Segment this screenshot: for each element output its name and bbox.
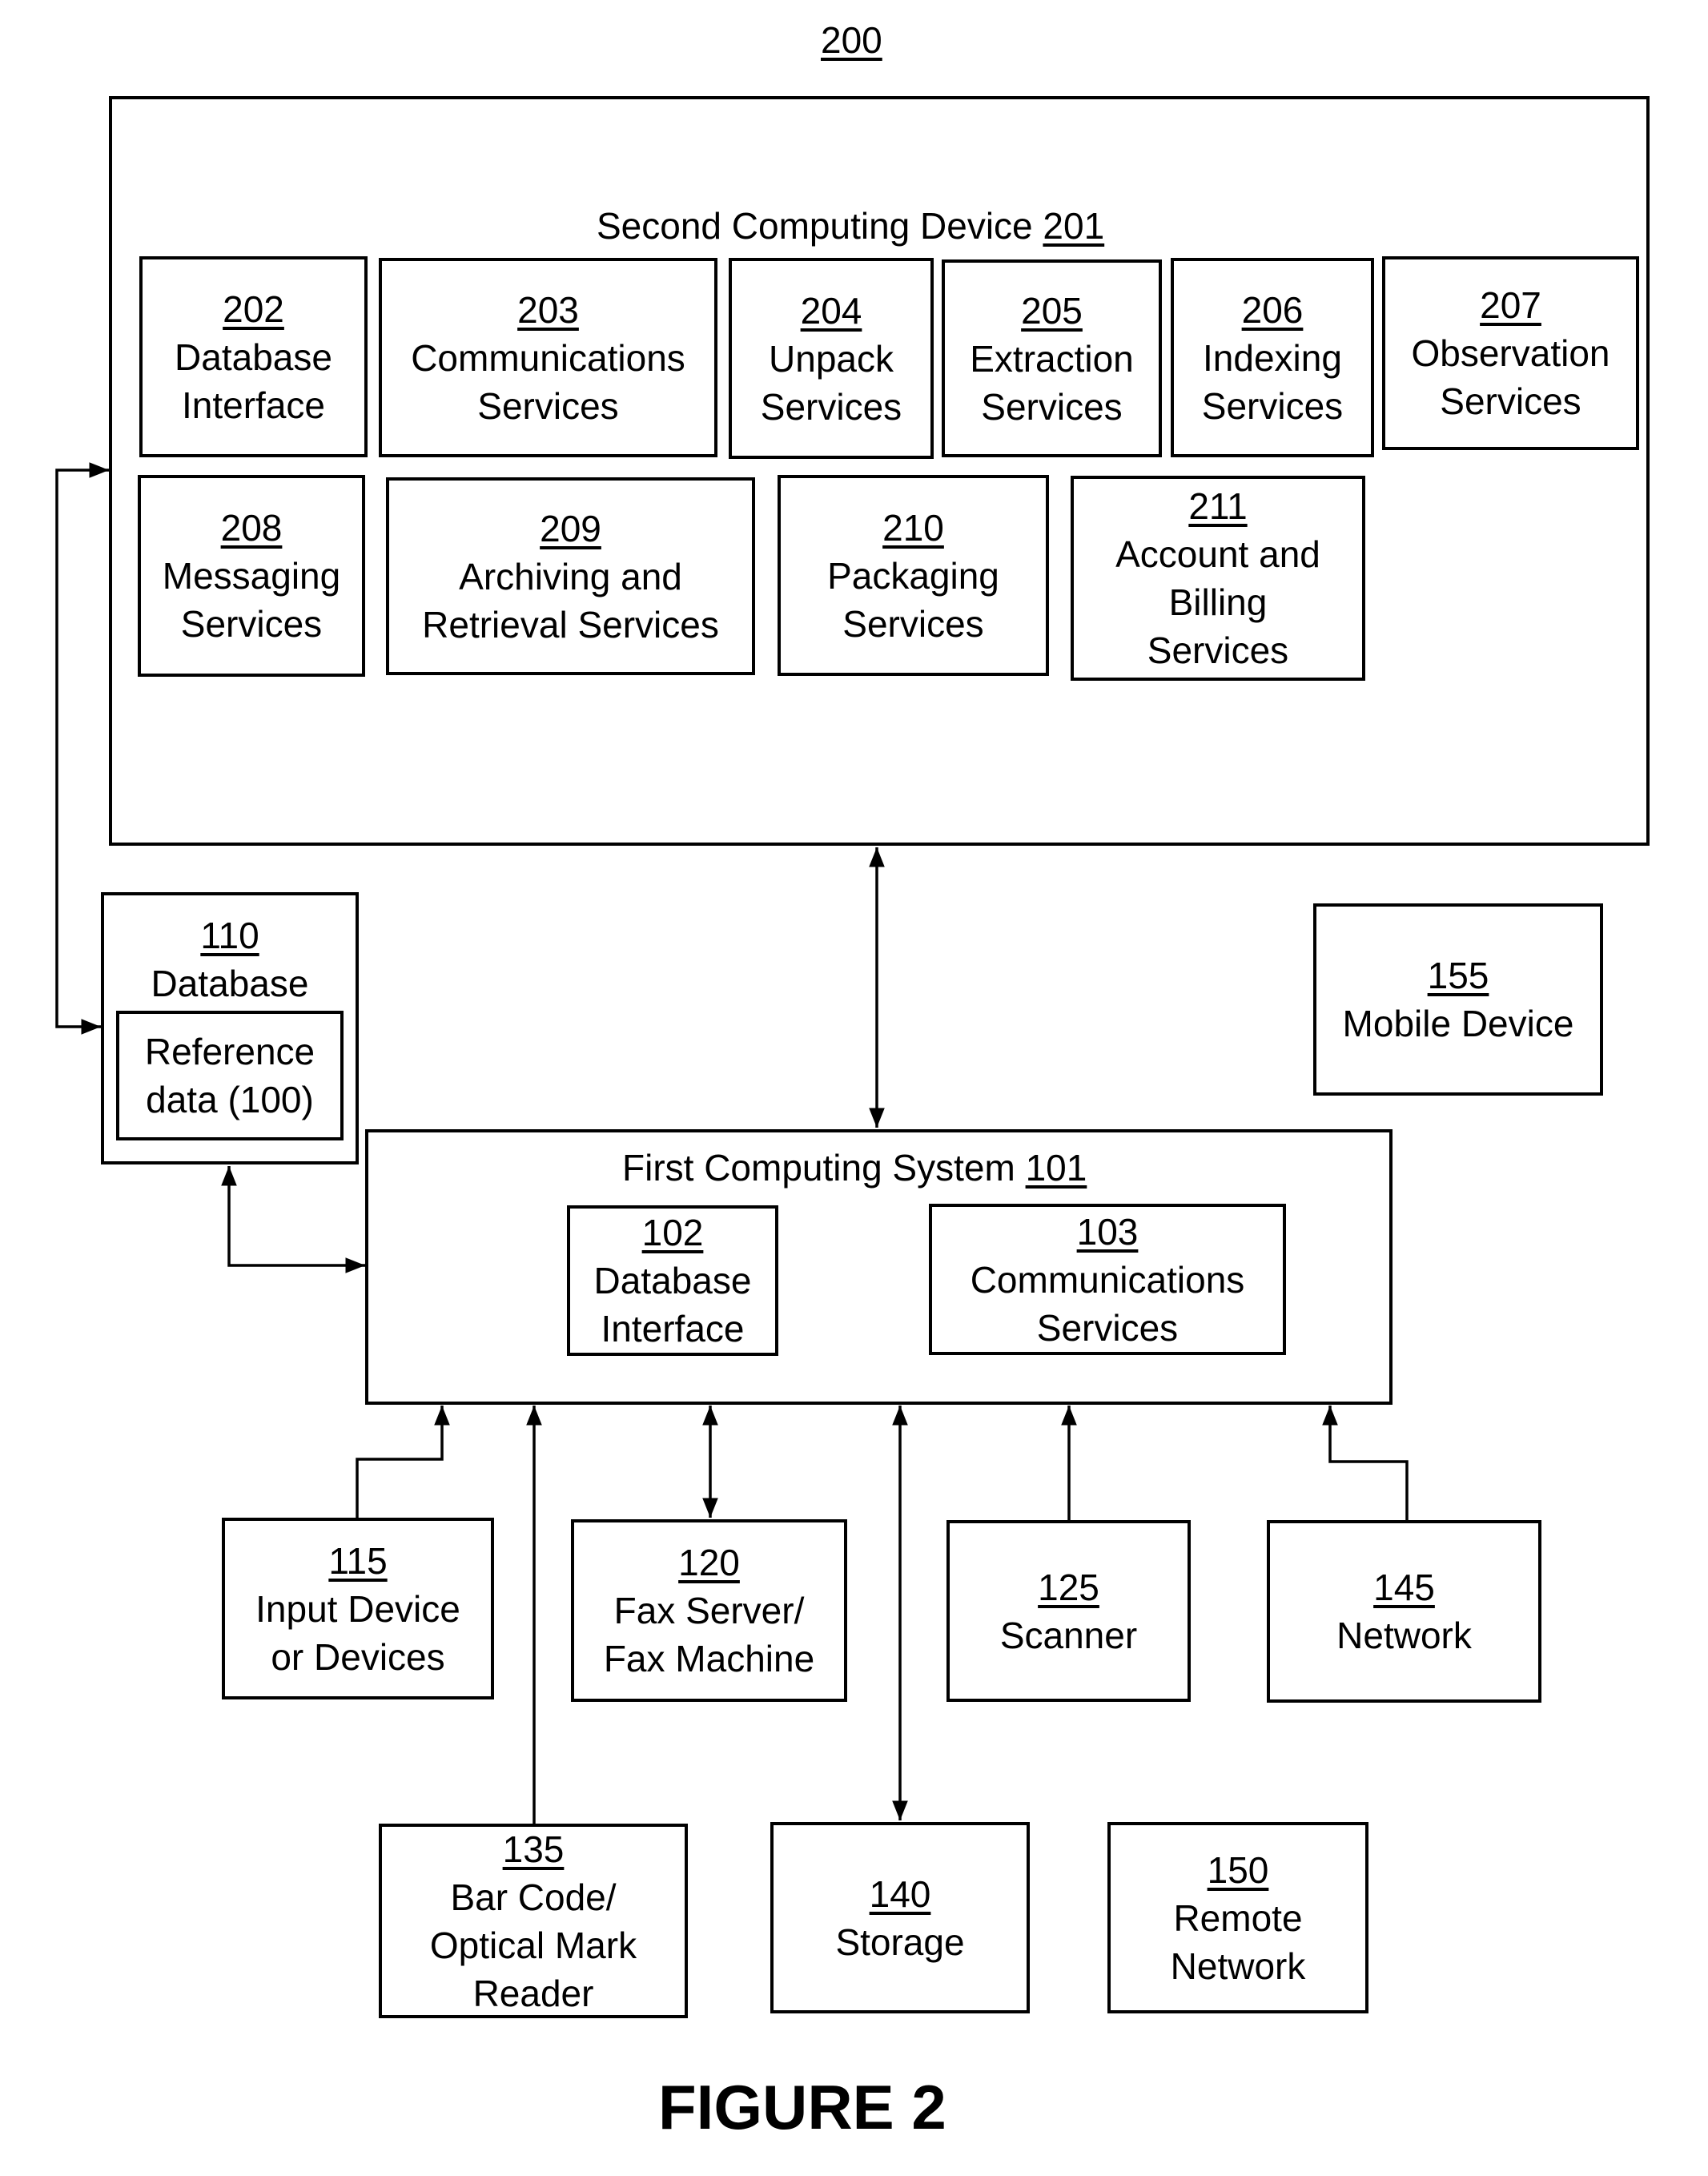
reference-number: 125 — [1038, 1566, 1099, 1608]
peripheral-140: 140 Storage — [770, 1822, 1030, 2013]
module-label-line: Services — [180, 603, 323, 645]
first-system-ref: 101 — [1025, 1147, 1087, 1189]
module-label-line: Services — [760, 385, 902, 428]
module-207: 207 Observation Services — [1382, 256, 1639, 450]
reference-data-line-2: data (100) — [146, 1079, 314, 1120]
module-label-line: Services — [1440, 380, 1581, 422]
module-label-line: Services — [981, 385, 1123, 428]
module-label-line: Interface — [601, 1308, 745, 1349]
module-label-line: Database — [175, 336, 332, 378]
module-206: 206 Indexing Services — [1171, 258, 1374, 457]
module-210: 210 Packaging Services — [778, 475, 1049, 676]
diagram-canvas: 200 Second Computing Device 201 202 Datab… — [0, 0, 1708, 2176]
module-label-line: Database — [593, 1260, 752, 1301]
connector-network — [1322, 1406, 1409, 1520]
module-label-line: Reader — [472, 1972, 594, 2014]
reference-number: 102 — [641, 1212, 704, 1253]
module-label-line: Communications — [970, 1258, 1245, 1301]
module-label-line: Network — [1336, 1615, 1472, 1656]
module-label-line: Fax Server/ — [613, 1590, 805, 1631]
module-label-line: Extraction — [970, 337, 1134, 380]
figure-caption: FIGURE 2 — [658, 2072, 946, 2142]
reference-number: 211 — [1188, 485, 1248, 527]
module-label-line: Storage — [835, 1921, 965, 1963]
reference-number: 209 — [540, 507, 601, 549]
second-device-title: Second Computing Device 201 — [597, 203, 1104, 248]
reference-number: 140 — [869, 1872, 931, 1915]
module-label-line: Services — [1147, 629, 1289, 671]
first-system-title: First Computing System 101 — [622, 1145, 1087, 1190]
reference-number: 115 — [328, 1539, 388, 1582]
module-label-line: Observation — [1411, 332, 1610, 374]
mobile-device-155: 155 Mobile Device — [1313, 903, 1603, 1096]
reference-number: 203 — [517, 288, 579, 331]
reference-number: 135 — [502, 1828, 565, 1870]
reference-data-box: Reference data (100) — [116, 1011, 344, 1140]
reference-number: 208 — [220, 507, 283, 549]
module-label-line: Network — [1170, 1945, 1306, 1987]
module-label-line: Interface — [182, 384, 325, 426]
module-label-line: Bar Code/ — [450, 1876, 617, 1918]
connector-database-to-first-system — [221, 1166, 365, 1273]
reference-number: 205 — [1021, 289, 1083, 332]
peripheral-120: 120 Fax Server/Fax Machine — [571, 1519, 847, 1702]
mobile-device-label: Mobile Device — [1342, 1003, 1574, 1044]
reference-number: 120 — [678, 1542, 740, 1583]
module-label-line: Input Device — [255, 1587, 460, 1630]
module-205: 205 Extraction Services — [942, 259, 1162, 457]
connector-input-device — [356, 1406, 450, 1518]
reference-number: 103 — [1076, 1210, 1139, 1253]
module-label-line: Packaging — [827, 554, 999, 597]
module-103: 103 Communications Services — [929, 1204, 1286, 1355]
database-label: Database — [151, 963, 309, 1004]
second-device-title-text: Second Computing Device — [597, 205, 1033, 247]
module-label-line: Services — [477, 384, 619, 427]
reference-number: 207 — [1480, 284, 1541, 326]
module-209: 209 Archiving and Retrieval Services — [386, 477, 755, 675]
database-ref: 110 — [200, 915, 259, 956]
reference-data-line-1: Reference — [144, 1031, 315, 1072]
module-204: 204 Unpack Services — [729, 258, 934, 459]
module-label-line: Services — [842, 602, 984, 645]
module-label-line: Services — [1201, 384, 1344, 427]
peripheral-135: 135 Bar Code/Optical Mark Reader — [379, 1824, 688, 2018]
peripheral-150: 150 Remote Network — [1107, 1822, 1368, 2013]
module-label-line: Messaging — [162, 555, 341, 597]
peripheral-115: 115 Input Device or Devices — [222, 1518, 494, 1699]
peripheral-125: 125 Scanner — [946, 1520, 1191, 1702]
module-label-line: Scanner — [999, 1614, 1138, 1656]
mobile-device-ref: 155 — [1427, 955, 1489, 996]
module-label-line: Services — [1036, 1306, 1179, 1349]
module-label-line: Billing — [1168, 581, 1268, 623]
second-device-ref: 201 — [1043, 205, 1105, 247]
module-102: 102 Database Interface — [567, 1205, 778, 1356]
module-label-line: Archiving and — [459, 555, 682, 597]
module-208: 208 Messaging Services — [138, 475, 365, 677]
reference-number: 204 — [800, 289, 862, 332]
module-label-line: Account and — [1115, 533, 1320, 575]
module-label-line: Optical Mark — [429, 1924, 637, 1966]
peripheral-145: 145 Network — [1267, 1520, 1541, 1703]
reference-number: 206 — [1241, 288, 1304, 331]
module-label-line: Remote — [1173, 1896, 1303, 1939]
module-203: 203 Communications Services — [379, 258, 717, 457]
module-label-line: Indexing — [1203, 336, 1342, 379]
module-label-line: Unpack — [769, 337, 894, 380]
module-211: 211 Account and Billing Services — [1071, 476, 1365, 681]
reference-number: 145 — [1373, 1567, 1435, 1608]
reference-number: 150 — [1207, 1848, 1269, 1891]
module-label-line: or Devices — [271, 1635, 445, 1678]
figure-ref-200: 200 — [821, 19, 882, 61]
module-label-line: Retrieval Services — [422, 603, 719, 646]
module-label-line: Communications — [411, 336, 685, 379]
reference-number: 210 — [882, 506, 944, 549]
module-202: 202 Database Interface — [139, 256, 368, 457]
module-label-line: Fax Machine — [603, 1638, 815, 1679]
reference-number: 202 — [223, 288, 284, 330]
first-system-title-text: First Computing System — [622, 1147, 1015, 1189]
